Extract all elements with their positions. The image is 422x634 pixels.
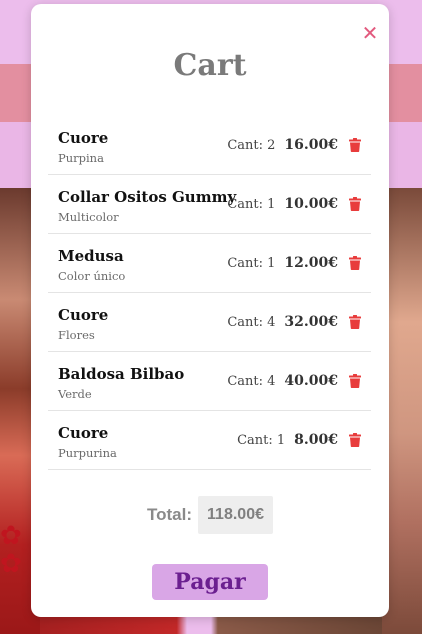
item-price: 12.00€ xyxy=(284,255,338,271)
item-quantity: Cant: 1 xyxy=(227,255,276,271)
item-variant: Purpurina xyxy=(58,446,117,460)
cart-item: Baldosa Bilbao Verde Cant: 4 40.00€ xyxy=(48,352,371,411)
item-price: 16.00€ xyxy=(284,137,338,153)
item-price: 10.00€ xyxy=(284,196,338,212)
trash-icon[interactable] xyxy=(349,433,361,447)
item-variant: Verde xyxy=(58,387,92,401)
item-quantity: Cant: 2 xyxy=(227,137,276,153)
cart-item-list: Cuore Purpina Cant: 2 16.00€ Collar Osit… xyxy=(48,116,371,470)
trash-icon[interactable] xyxy=(349,138,361,152)
item-variant: Purpina xyxy=(58,151,104,165)
item-quantity: Cant: 4 xyxy=(227,314,276,330)
cart-item: Cuore Purpurina Cant: 1 8.00€ xyxy=(48,411,371,470)
item-name: Cuore xyxy=(58,306,109,324)
item-name: Baldosa Bilbao xyxy=(58,365,185,383)
item-name: Cuore xyxy=(58,424,109,442)
cart-item: Cuore Purpina Cant: 2 16.00€ xyxy=(48,116,371,175)
cart-item: Collar Ositos Gummy Multicolor Cant: 1 1… xyxy=(48,175,371,234)
item-quantity: Cant: 4 xyxy=(227,373,276,389)
trash-icon[interactable] xyxy=(349,197,361,211)
item-variant: Flores xyxy=(58,328,95,342)
cart-item: Cuore Flores Cant: 4 32.00€ xyxy=(48,293,371,352)
item-price: 8.00€ xyxy=(294,432,338,448)
total-value: 118.00€ xyxy=(198,496,273,534)
item-name: Collar Ositos Gummy xyxy=(58,188,237,206)
trash-icon[interactable] xyxy=(349,315,361,329)
cart-modal: ✕ Cart Cuore Purpina Cant: 2 16.00€ Coll… xyxy=(31,4,389,617)
item-variant: Multicolor xyxy=(58,210,119,224)
item-name: Medusa xyxy=(58,247,124,265)
item-price: 40.00€ xyxy=(284,373,338,389)
pay-button[interactable]: Pagar xyxy=(152,564,268,600)
background-photo xyxy=(40,616,382,634)
total-label: Total: xyxy=(147,505,193,524)
item-price: 32.00€ xyxy=(284,314,338,330)
cart-title: Cart xyxy=(173,48,247,83)
item-name: Cuore xyxy=(58,129,109,147)
item-variant: Color único xyxy=(58,269,126,283)
trash-icon[interactable] xyxy=(349,374,361,388)
item-quantity: Cant: 1 xyxy=(237,432,286,448)
total-row: Total: 118.00€ xyxy=(31,496,389,534)
item-quantity: Cant: 1 xyxy=(227,196,276,212)
trash-icon[interactable] xyxy=(349,256,361,270)
cart-item: Medusa Color único Cant: 1 12.00€ xyxy=(48,234,371,293)
flower-earring-icon: ✿ ✿ xyxy=(0,521,22,579)
close-icon[interactable]: ✕ xyxy=(360,23,380,43)
